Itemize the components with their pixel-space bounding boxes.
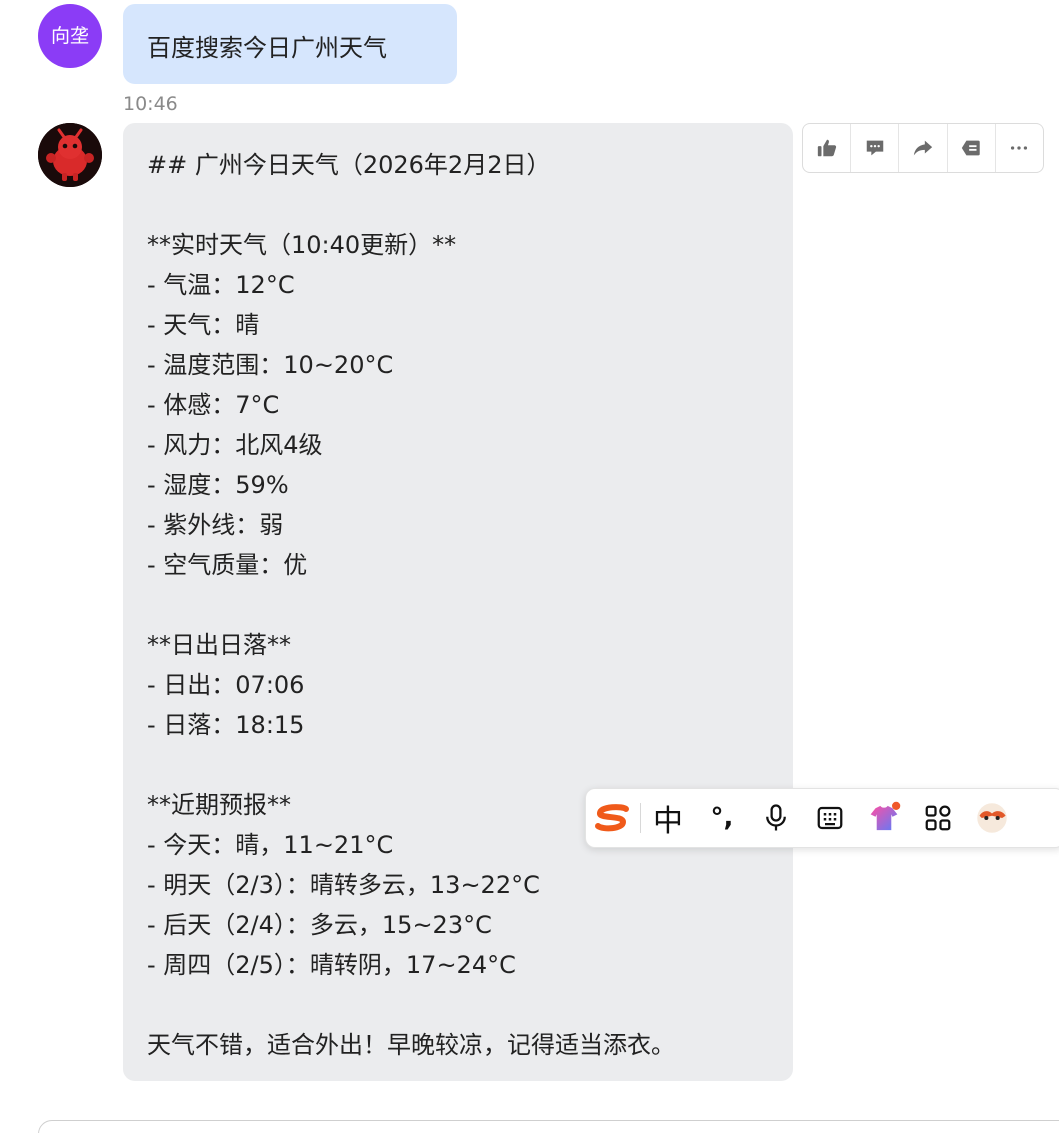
sogou-logo-button[interactable] (586, 789, 640, 847)
voice-input-button[interactable] (749, 789, 803, 847)
bot-line-sun-title: **日出日落** (147, 631, 291, 659)
toolbox-button[interactable] (911, 789, 965, 847)
microphone-icon (766, 804, 786, 831)
forward-icon (913, 140, 933, 156)
chinese-mode-label: 中 (653, 804, 683, 839)
message-action-bar (802, 123, 1044, 173)
user-avatar[interactable]: 向垄 (38, 4, 102, 68)
bot-line-humidity: - 湿度：59% (147, 471, 289, 499)
punctuation-toggle[interactable]: °, (695, 789, 749, 847)
comment-button[interactable] (851, 124, 900, 172)
more-button[interactable] (996, 124, 1043, 172)
bot-line-feels-like: - 体感：7°C (147, 391, 280, 419)
bot-line-summary: 天气不错，适合外出！早晚较凉，记得适当添衣。 (147, 1031, 675, 1059)
more-icon (1011, 146, 1028, 150)
message-timestamp: 10:46 (123, 93, 178, 115)
keyboard-icon (817, 806, 843, 830)
chinese-mode-toggle[interactable]: 中 (641, 789, 695, 847)
soft-keyboard-button[interactable] (803, 789, 857, 847)
bot-line-sunset: - 日落：18:15 (147, 711, 305, 739)
bot-message-bubble: ## 广州今日天气（2026年2月2日） **实时天气（10:40更新）** -… (123, 123, 793, 1081)
bot-line-temperature: - 气温：12°C (147, 271, 295, 299)
user-message-bubble: 百度搜索今日广州天气 (123, 4, 457, 84)
user-avatar-text: 向垄 (50, 24, 89, 47)
bot-line-blank (147, 185, 793, 225)
bot-line-blank (147, 985, 793, 1025)
comment-icon (866, 140, 884, 156)
bot-line-realtime-title: **实时天气（10:40更新）** (147, 231, 457, 259)
toolbox-icon (925, 805, 951, 831)
forward-button[interactable] (899, 124, 948, 172)
skin-button[interactable] (857, 789, 911, 847)
bot-line-forecast-tomorrow: - 明天（2/3）：晴转多云，13~22°C (147, 871, 540, 899)
quote-button[interactable] (948, 124, 996, 172)
ime-toolbar: 中 °, (585, 788, 1059, 848)
bot-line-blank (147, 585, 793, 625)
bot-line-weather: - 天气：晴 (147, 311, 260, 339)
bot-line-forecast-day-after: - 后天（2/4）：多云，15~23°C (147, 911, 492, 939)
message-input[interactable] (38, 1120, 1059, 1133)
bot-line-uv: - 紫外线：弱 (147, 511, 284, 539)
bot-line-sunrise: - 日出：07:06 (147, 671, 305, 699)
bot-line-forecast-thursday: - 周四（2/5）：晴转阴，17~24°C (147, 951, 516, 979)
bot-line-wind: - 风力：北风4级 (147, 431, 323, 459)
bot-line-heading: ## 广州今日天气（2026年2月2日） (147, 151, 551, 179)
bot-line-blank (147, 745, 793, 785)
bot-line-air-quality: - 空气质量：优 (147, 551, 308, 579)
like-button[interactable] (803, 124, 852, 172)
quote-icon (962, 140, 980, 156)
bot-mascot-icon (38, 123, 102, 187)
chat-view: 向垄 百度搜索今日广州天气 10:46 ## 广州今日天气（2026年2月2日）… (0, 0, 1059, 1133)
bot-line-temp-range: - 温度范围：10~20°C (147, 351, 394, 379)
mascot-icon (977, 803, 1007, 833)
user-message-text: 百度搜索今日广州天气 (147, 34, 387, 62)
punctuation-label: °, (710, 803, 734, 833)
thumbs-up-icon (817, 139, 836, 157)
sogou-logo-icon (595, 804, 629, 832)
skin-icon (870, 801, 901, 831)
mascot-button[interactable] (965, 789, 1019, 847)
bot-avatar[interactable] (38, 123, 102, 187)
